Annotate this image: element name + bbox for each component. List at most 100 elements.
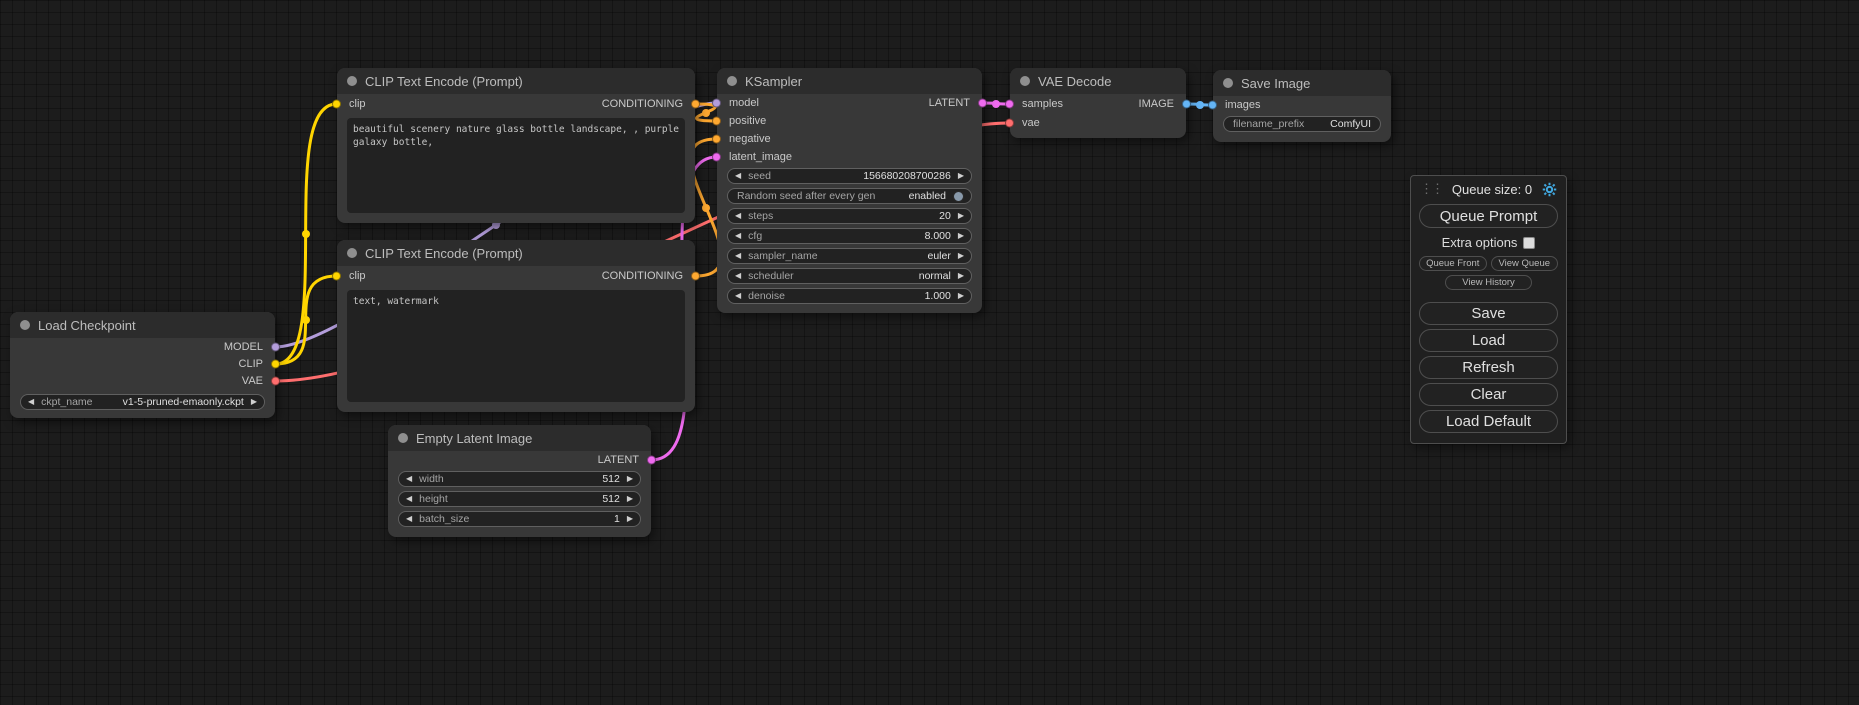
collapse-dot-icon[interactable] xyxy=(727,76,737,86)
widget-value: normal xyxy=(919,270,951,282)
queue-prompt-button[interactable]: Queue Prompt xyxy=(1419,204,1558,228)
random-seed-toggle-widget[interactable]: Random seed after every gen enabled xyxy=(727,188,972,204)
negative-prompt-textarea[interactable]: text, watermark xyxy=(347,290,685,402)
increment-arrow-icon[interactable]: ▶ xyxy=(627,515,633,523)
node-empty-latent-image[interactable]: Empty Latent Image LATENT ◀ width 512 ▶ … xyxy=(388,425,651,537)
collapse-dot-icon[interactable] xyxy=(347,76,357,86)
node-title-bar[interactable]: Empty Latent Image xyxy=(388,425,651,451)
node-title: CLIP Text Encode (Prompt) xyxy=(365,246,523,261)
node-ksampler[interactable]: KSampler model LATENT positive negative … xyxy=(717,68,982,313)
height-widget[interactable]: ◀ height 512 ▶ xyxy=(398,491,641,507)
node-title-bar[interactable]: Save Image xyxy=(1213,70,1391,96)
output-connector-model[interactable] xyxy=(271,342,280,351)
input-connector-positive[interactable] xyxy=(712,117,721,126)
ckpt-name-widget[interactable]: ◀ ckpt_name v1-5-pruned-emaonly.ckpt ▶ xyxy=(20,394,265,410)
extra-options-checkbox[interactable] xyxy=(1523,237,1535,249)
increment-arrow-icon[interactable]: ▶ xyxy=(627,475,633,483)
collapse-dot-icon[interactable] xyxy=(347,248,357,258)
input-slot-positive: positive xyxy=(717,112,982,130)
cfg-widget[interactable]: ◀ cfg 8.000 ▶ xyxy=(727,228,972,244)
node-save-image[interactable]: Save Image images filename_prefix ComfyU… xyxy=(1213,70,1391,142)
node-clip-text-encode-positive[interactable]: CLIP Text Encode (Prompt) clip CONDITION… xyxy=(337,68,695,223)
slot-label: clip xyxy=(349,98,366,110)
decrement-arrow-icon[interactable]: ◀ xyxy=(28,398,34,406)
save-button[interactable]: Save xyxy=(1419,302,1558,325)
queue-menu-panel[interactable]: ⋮⋮ Queue size: 0 Queue Prompt Extra opti… xyxy=(1410,175,1567,444)
node-clip-text-encode-negative[interactable]: CLIP Text Encode (Prompt) clip CONDITION… xyxy=(337,240,695,412)
increment-arrow-icon[interactable]: ▶ xyxy=(958,212,964,220)
drag-handle-icon[interactable]: ⋮⋮ xyxy=(1420,181,1442,197)
input-connector-images[interactable] xyxy=(1208,101,1217,110)
filename-prefix-widget[interactable]: filename_prefix ComfyUI xyxy=(1223,116,1381,132)
input-connector-latent-image[interactable] xyxy=(712,153,721,162)
decrement-arrow-icon[interactable]: ◀ xyxy=(735,292,741,300)
input-connector-model[interactable] xyxy=(712,99,721,108)
decrement-arrow-icon[interactable]: ◀ xyxy=(406,495,412,503)
output-connector-conditioning[interactable] xyxy=(691,272,700,281)
increment-arrow-icon[interactable]: ▶ xyxy=(251,398,257,406)
collapse-dot-icon[interactable] xyxy=(1223,78,1233,88)
sampler-name-widget[interactable]: ◀ sampler_name euler ▶ xyxy=(727,248,972,264)
slot-label: MODEL xyxy=(224,341,263,353)
slot-label: CONDITIONING xyxy=(602,98,683,110)
input-connector-negative[interactable] xyxy=(712,135,721,144)
decrement-arrow-icon[interactable]: ◀ xyxy=(406,475,412,483)
input-connector-vae[interactable] xyxy=(1005,118,1014,127)
node-title-bar[interactable]: CLIP Text Encode (Prompt) xyxy=(337,240,695,266)
denoise-widget[interactable]: ◀ denoise 1.000 ▶ xyxy=(727,288,972,304)
slot-label: VAE xyxy=(242,375,263,387)
node-title: Empty Latent Image xyxy=(416,431,532,446)
output-connector-clip[interactable] xyxy=(271,359,280,368)
widget-value: 1 xyxy=(614,513,620,525)
increment-arrow-icon[interactable]: ▶ xyxy=(627,495,633,503)
scheduler-widget[interactable]: ◀ scheduler normal ▶ xyxy=(727,268,972,284)
queue-front-button[interactable]: Queue Front xyxy=(1419,256,1487,271)
refresh-button[interactable]: Refresh xyxy=(1419,356,1558,379)
increment-arrow-icon[interactable]: ▶ xyxy=(958,272,964,280)
positive-prompt-textarea[interactable]: beautiful scenery nature glass bottle la… xyxy=(347,118,685,213)
increment-arrow-icon[interactable]: ▶ xyxy=(958,172,964,180)
output-connector-vae[interactable] xyxy=(271,376,280,385)
increment-arrow-icon[interactable]: ▶ xyxy=(958,292,964,300)
increment-arrow-icon[interactable]: ▶ xyxy=(958,232,964,240)
node-title-bar[interactable]: VAE Decode xyxy=(1010,68,1186,94)
collapse-dot-icon[interactable] xyxy=(398,433,408,443)
output-connector-latent[interactable] xyxy=(978,99,987,108)
toggle-knob[interactable] xyxy=(953,191,964,202)
decrement-arrow-icon[interactable]: ◀ xyxy=(735,212,741,220)
output-connector-image[interactable] xyxy=(1182,99,1191,108)
load-button[interactable]: Load xyxy=(1419,329,1558,352)
input-connector-samples[interactable] xyxy=(1005,99,1014,108)
settings-gear-icon[interactable] xyxy=(1542,182,1557,197)
node-title-bar[interactable]: KSampler xyxy=(717,68,982,94)
node-vae-decode[interactable]: VAE Decode samples IMAGE vae xyxy=(1010,68,1186,138)
increment-arrow-icon[interactable]: ▶ xyxy=(958,252,964,260)
decrement-arrow-icon[interactable]: ◀ xyxy=(735,252,741,260)
output-connector-conditioning[interactable] xyxy=(691,100,700,109)
clear-button[interactable]: Clear xyxy=(1419,383,1558,406)
collapse-dot-icon[interactable] xyxy=(1020,76,1030,86)
view-queue-button[interactable]: View Queue xyxy=(1491,256,1559,271)
menu-header: ⋮⋮ Queue size: 0 xyxy=(1419,180,1558,204)
decrement-arrow-icon[interactable]: ◀ xyxy=(735,232,741,240)
batch-size-widget[interactable]: ◀ batch_size 1 ▶ xyxy=(398,511,641,527)
decrement-arrow-icon[interactable]: ◀ xyxy=(735,172,741,180)
input-connector-clip[interactable] xyxy=(332,100,341,109)
input-connector-clip[interactable] xyxy=(332,272,341,281)
extra-options-row: Extra options xyxy=(1419,235,1558,250)
collapse-dot-icon[interactable] xyxy=(20,320,30,330)
decrement-arrow-icon[interactable]: ◀ xyxy=(735,272,741,280)
widget-value: 512 xyxy=(602,493,620,505)
view-history-button[interactable]: View History xyxy=(1445,275,1532,290)
seed-widget[interactable]: ◀ seed 156680208700286 ▶ xyxy=(727,168,972,184)
node-load-checkpoint[interactable]: Load Checkpoint MODEL CLIP VAE ◀ ckpt_na… xyxy=(10,312,275,418)
input-slot-latent-image: latent_image xyxy=(717,148,982,166)
node-title-bar[interactable]: Load Checkpoint xyxy=(10,312,275,338)
node-title-bar[interactable]: CLIP Text Encode (Prompt) xyxy=(337,68,695,94)
width-widget[interactable]: ◀ width 512 ▶ xyxy=(398,471,641,487)
output-connector-latent[interactable] xyxy=(647,456,656,465)
decrement-arrow-icon[interactable]: ◀ xyxy=(406,515,412,523)
load-default-button[interactable]: Load Default xyxy=(1419,410,1558,433)
graph-canvas[interactable]: { "colors": { "model": "#B39DDB", "clip"… xyxy=(0,0,1859,705)
steps-widget[interactable]: ◀ steps 20 ▶ xyxy=(727,208,972,224)
